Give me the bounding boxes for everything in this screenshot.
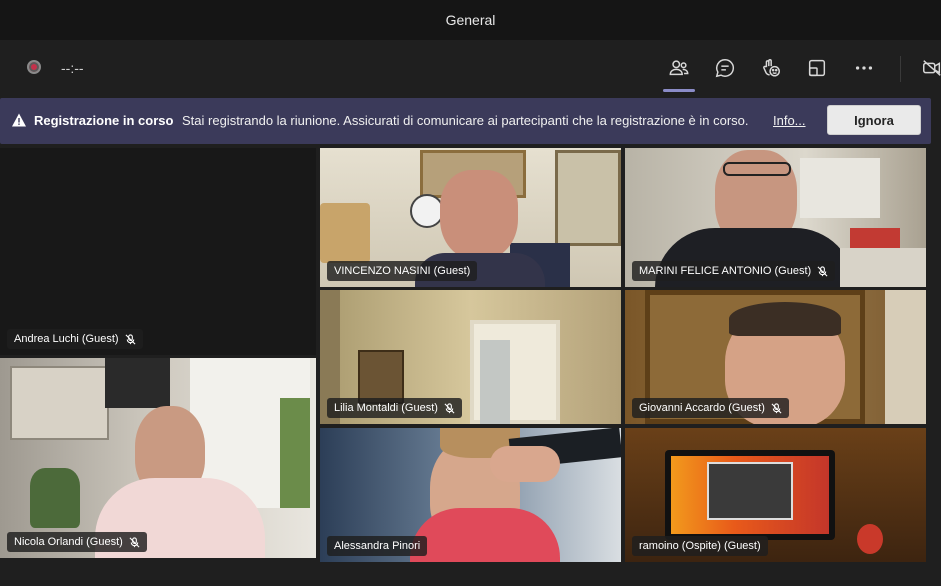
- participant-tile[interactable]: Lilia Montaldi (Guest): [320, 290, 621, 424]
- eyeglasses: [723, 162, 791, 176]
- plant-outside: [280, 398, 310, 508]
- participant-nametag: MARINI FELICE ANTONIO (Guest): [632, 261, 836, 281]
- reactions-icon: [763, 59, 780, 77]
- decor-object: [857, 524, 883, 554]
- more-icon: [855, 66, 873, 70]
- chat-button[interactable]: [711, 54, 739, 82]
- participant-name: Andrea Luchi (Guest): [14, 333, 119, 345]
- warning-icon: [12, 113, 26, 127]
- wall-painting: [555, 150, 621, 246]
- participant-name: VINCENZO NASINI (Guest): [334, 265, 471, 277]
- wall-painting: [358, 350, 404, 404]
- person-body: [410, 508, 560, 562]
- banner-message: Stai registrando la riunione. Assicurati…: [182, 113, 749, 128]
- participant-tile[interactable]: Andrea Luchi (Guest): [0, 148, 316, 355]
- participant-tile[interactable]: Alessandra Pinori: [320, 428, 621, 562]
- share-icon: [808, 59, 826, 77]
- window-title: General: [445, 12, 496, 28]
- person-hair: [729, 302, 841, 336]
- info-link[interactable]: Info...: [773, 113, 806, 128]
- recording-banner: Registrazione in corso Stai registrando …: [0, 98, 931, 144]
- participant-tile[interactable]: Nicola Orlandi (Guest): [0, 358, 316, 558]
- recording-indicator-icon: [27, 60, 41, 74]
- mic-muted-icon: [125, 333, 136, 344]
- meeting-toolbar: --:--: [0, 40, 941, 96]
- participant-nametag: Lilia Montaldi (Guest): [327, 398, 462, 418]
- reactions-button[interactable]: [757, 54, 785, 82]
- wall-clock: [410, 194, 444, 228]
- participant-nametag: Alessandra Pinori: [327, 536, 428, 556]
- camera-off-icon: [923, 60, 941, 76]
- potted-plant: [30, 468, 80, 528]
- participant-tile[interactable]: ramoino (Ospite) (Guest): [625, 428, 926, 562]
- lamp-shade: [320, 203, 370, 263]
- screen-video-window: [707, 462, 793, 520]
- wall-background: [885, 290, 926, 424]
- people-button[interactable]: [663, 54, 695, 92]
- ignore-button[interactable]: Ignora: [827, 105, 921, 135]
- mic-muted-icon: [771, 402, 782, 413]
- window-pane: [480, 340, 510, 424]
- participant-name: Lilia Montaldi (Guest): [334, 402, 438, 414]
- banner-title: Registrazione in corso: [34, 113, 174, 128]
- more-options-button[interactable]: [850, 54, 878, 82]
- wall-painting: [10, 366, 109, 440]
- meeting-timer: --:--: [61, 60, 84, 76]
- person-face: [440, 170, 518, 260]
- mic-muted-icon: [444, 402, 455, 413]
- mic-muted-icon: [129, 536, 140, 547]
- participant-name: Nicola Orlandi (Guest): [14, 536, 123, 548]
- hand: [490, 446, 560, 482]
- people-icon: [669, 60, 689, 76]
- participant-tile[interactable]: Giovanni Accardo (Guest): [625, 290, 926, 424]
- participant-name: MARINI FELICE ANTONIO (Guest): [639, 265, 812, 277]
- participant-name: Alessandra Pinori: [334, 540, 421, 552]
- participant-nametag: Andrea Luchi (Guest): [7, 329, 143, 349]
- mic-muted-icon: [817, 265, 828, 276]
- title-bar: General: [0, 0, 941, 40]
- desk-papers: [840, 248, 926, 287]
- camera-toggle-button[interactable]: [918, 54, 941, 82]
- participant-tile[interactable]: MARINI FELICE ANTONIO (Guest): [625, 148, 926, 287]
- participant-nametag: Giovanni Accardo (Guest): [632, 398, 789, 418]
- participant-name: Giovanni Accardo (Guest): [639, 402, 765, 414]
- wall-screen: [105, 358, 170, 408]
- participant-nametag: ramoino (Ospite) (Guest): [632, 536, 768, 556]
- chat-icon: [715, 59, 735, 78]
- participant-name: ramoino (Ospite) (Guest): [639, 540, 761, 552]
- participant-tile[interactable]: VINCENZO NASINI (Guest): [320, 148, 621, 287]
- participant-nametag: VINCENZO NASINI (Guest): [327, 261, 478, 281]
- window-background: [800, 158, 880, 218]
- toolbar-divider: [900, 56, 901, 82]
- share-content-button[interactable]: [803, 54, 831, 82]
- participant-nametag: Nicola Orlandi (Guest): [7, 532, 147, 552]
